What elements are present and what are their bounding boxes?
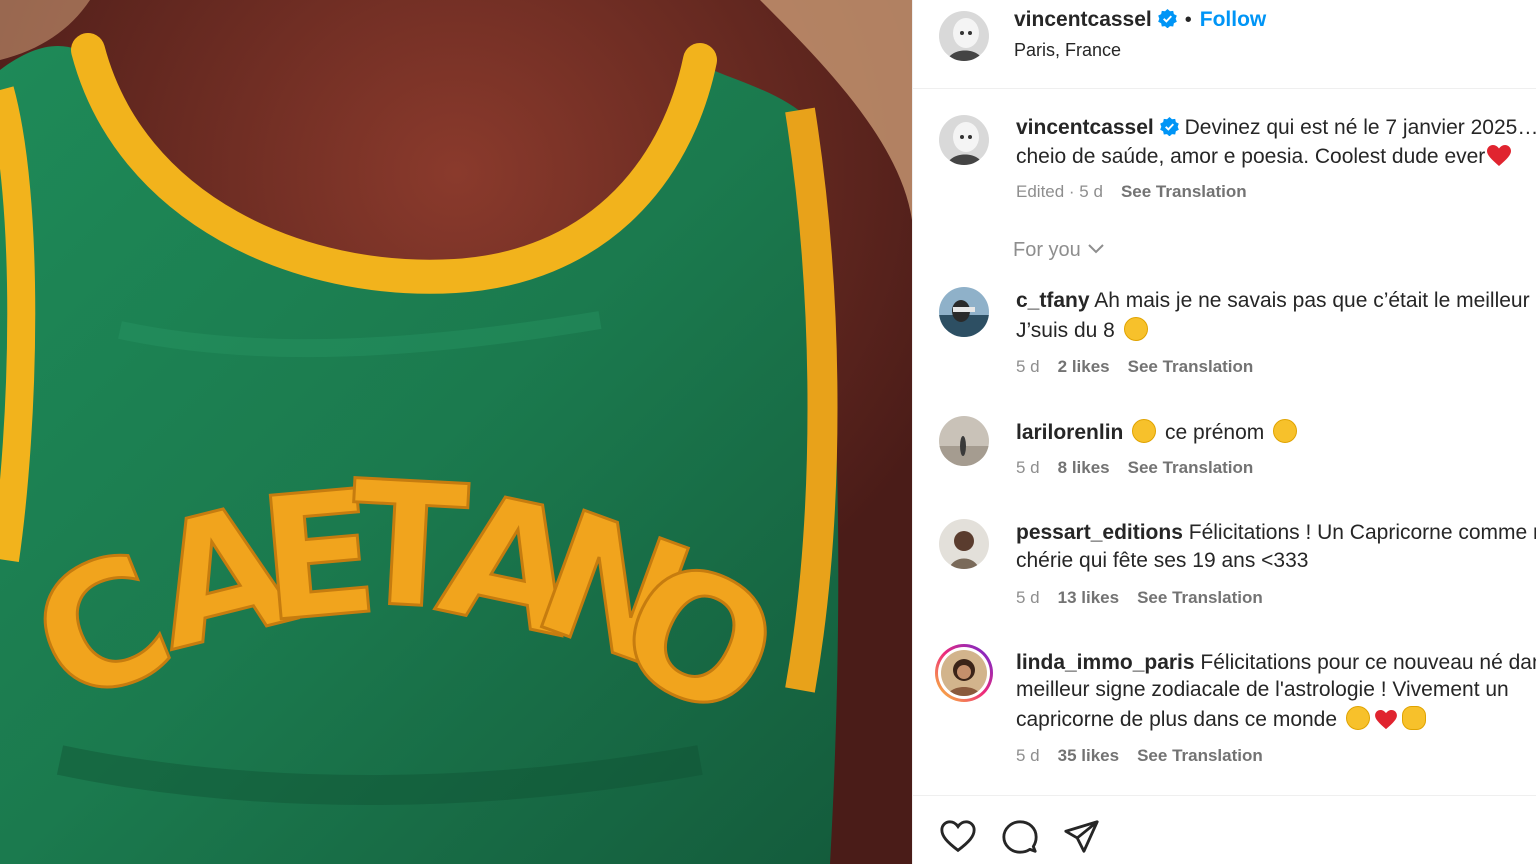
comment-text: J’suis du 8 <box>1016 319 1115 342</box>
comment-age: 5 d <box>1016 746 1040 765</box>
clapping-hands-icon <box>1401 706 1426 730</box>
comment-text: Ah mais je ne savais pas que c’était le … <box>1094 289 1530 312</box>
heart-icon[interactable] <box>939 818 977 856</box>
comment-username[interactable]: pessart_editions <box>1016 521 1183 544</box>
comment-line: chérie qui fête ses 19 ans <333 <box>1016 549 1308 573</box>
comment-line: capricorne de plus dans ce monde <box>1016 706 1429 732</box>
author-avatar[interactable] <box>939 11 989 61</box>
caption-text: Devinez qui est né le 7 janvier 2025…já <box>1184 116 1536 139</box>
avatar-image <box>941 650 987 696</box>
verified-badge-icon <box>1157 9 1177 28</box>
comment-line: larilorenlin ce prénom <box>1016 419 1300 445</box>
share-icon[interactable] <box>1063 818 1101 856</box>
comment-text: ce prénom <box>1165 421 1265 444</box>
comment-line: linda_immo_paris Félicitations pour ce n… <box>1016 651 1536 675</box>
jersey-painting: C A E T A N O <box>0 0 912 864</box>
avatar-image <box>939 11 989 61</box>
red-heart-icon <box>1487 145 1512 167</box>
see-translation-link[interactable]: See Translation <box>1128 357 1254 376</box>
comment-avatar[interactable] <box>939 287 989 337</box>
comment-likes[interactable]: 2 likes <box>1058 357 1110 376</box>
comment-avatar[interactable] <box>939 519 989 569</box>
comment-age: 5 d <box>1016 357 1040 376</box>
comment-text: capricorne de plus dans ce monde <box>1016 708 1338 731</box>
caption-avatar[interactable] <box>939 115 989 165</box>
heart-eyes-face-icon <box>1273 419 1298 443</box>
red-heart-icon <box>1374 710 1399 732</box>
comment-line: meilleur signe zodiacale de l'astrologie… <box>1016 678 1509 702</box>
follow-button[interactable]: Follow <box>1200 8 1267 31</box>
story-ring-avatar[interactable] <box>935 644 993 702</box>
see-translation-link[interactable]: See Translation <box>1137 588 1263 607</box>
comment-line: pessart_editions Félicitations ! Un Capr… <box>1016 521 1536 545</box>
author-location[interactable]: Paris, France <box>1014 40 1121 61</box>
comment-line: J’suis du 8 <box>1016 317 1151 343</box>
comment-text: Félicitations ! Un Capricorne comme m <box>1188 521 1536 544</box>
comment-likes[interactable]: 13 likes <box>1058 588 1119 607</box>
tears-of-joy-icon <box>1345 706 1370 730</box>
comment-username[interactable]: larilorenlin <box>1016 421 1123 444</box>
comment-meta: 5 d 35 likes See Translation <box>1016 746 1281 766</box>
author-username[interactable]: vincentcassel <box>1014 8 1152 31</box>
comment-text: Félicitations pour ce nouveau né dan <box>1200 651 1536 674</box>
comments-filter[interactable]: For you <box>1013 238 1105 262</box>
comment-meta: 5 d 8 likes See Translation <box>1016 458 1271 478</box>
comment-username[interactable]: linda_immo_paris <box>1016 651 1195 674</box>
chevron-down-icon <box>1087 238 1105 254</box>
avatar-image <box>939 115 989 165</box>
comments-filter-label: For you <box>1013 239 1081 261</box>
post-image[interactable]: C A E T A N O <box>0 0 912 864</box>
comment-age: 5 d <box>1016 588 1040 607</box>
laughing-face-icon <box>1123 317 1148 341</box>
caption-text: cheio de saúde, amor e poesia. Coolest d… <box>1016 145 1486 168</box>
post-actions-bar <box>913 795 1536 864</box>
see-translation-link[interactable]: See Translation <box>1128 458 1254 477</box>
see-translation-link[interactable]: See Translation <box>1137 746 1263 765</box>
comment-text: meilleur signe zodiacale de l'astrologie… <box>1016 678 1509 701</box>
post-panel: vincentcassel • Follow Paris, France vince… <box>912 0 1536 864</box>
caption-meta: Edited · 5 d See Translation <box>1016 182 1265 202</box>
caption-line-1: vincentcassel Devinez qui est né le 7 ja… <box>1016 116 1536 140</box>
comment-text: chérie qui fête ses 19 ans <333 <box>1016 549 1309 572</box>
post-header: vincentcassel • Follow Paris, France <box>913 0 1536 89</box>
caption-line-2: cheio de saúde, amor e poesia. Coolest d… <box>1016 145 1512 169</box>
verified-badge-icon <box>1159 117 1179 136</box>
caption-username[interactable]: vincentcassel <box>1016 116 1154 139</box>
comment-meta: 5 d 2 likes See Translation <box>1016 357 1271 377</box>
avatar-image <box>939 287 989 337</box>
heart-eyes-face-icon <box>1132 419 1157 443</box>
comment-icon[interactable] <box>1001 818 1039 856</box>
comment-meta: 5 d 13 likes See Translation <box>1016 588 1281 608</box>
see-translation-link[interactable]: See Translation <box>1121 182 1247 201</box>
comment-line: c_tfany Ah mais je ne savais pas que c’é… <box>1016 289 1530 313</box>
avatar-image <box>939 519 989 569</box>
caption-edited: Edited · 5 d <box>1016 182 1103 201</box>
comment-username[interactable]: c_tfany <box>1016 289 1090 312</box>
comment-likes[interactable]: 35 likes <box>1058 746 1119 765</box>
separator-dot: • <box>1184 9 1192 31</box>
comment-avatar[interactable] <box>939 416 989 466</box>
avatar-image <box>939 416 989 466</box>
comment-likes[interactable]: 8 likes <box>1058 458 1110 477</box>
comment-age: 5 d <box>1016 458 1040 477</box>
